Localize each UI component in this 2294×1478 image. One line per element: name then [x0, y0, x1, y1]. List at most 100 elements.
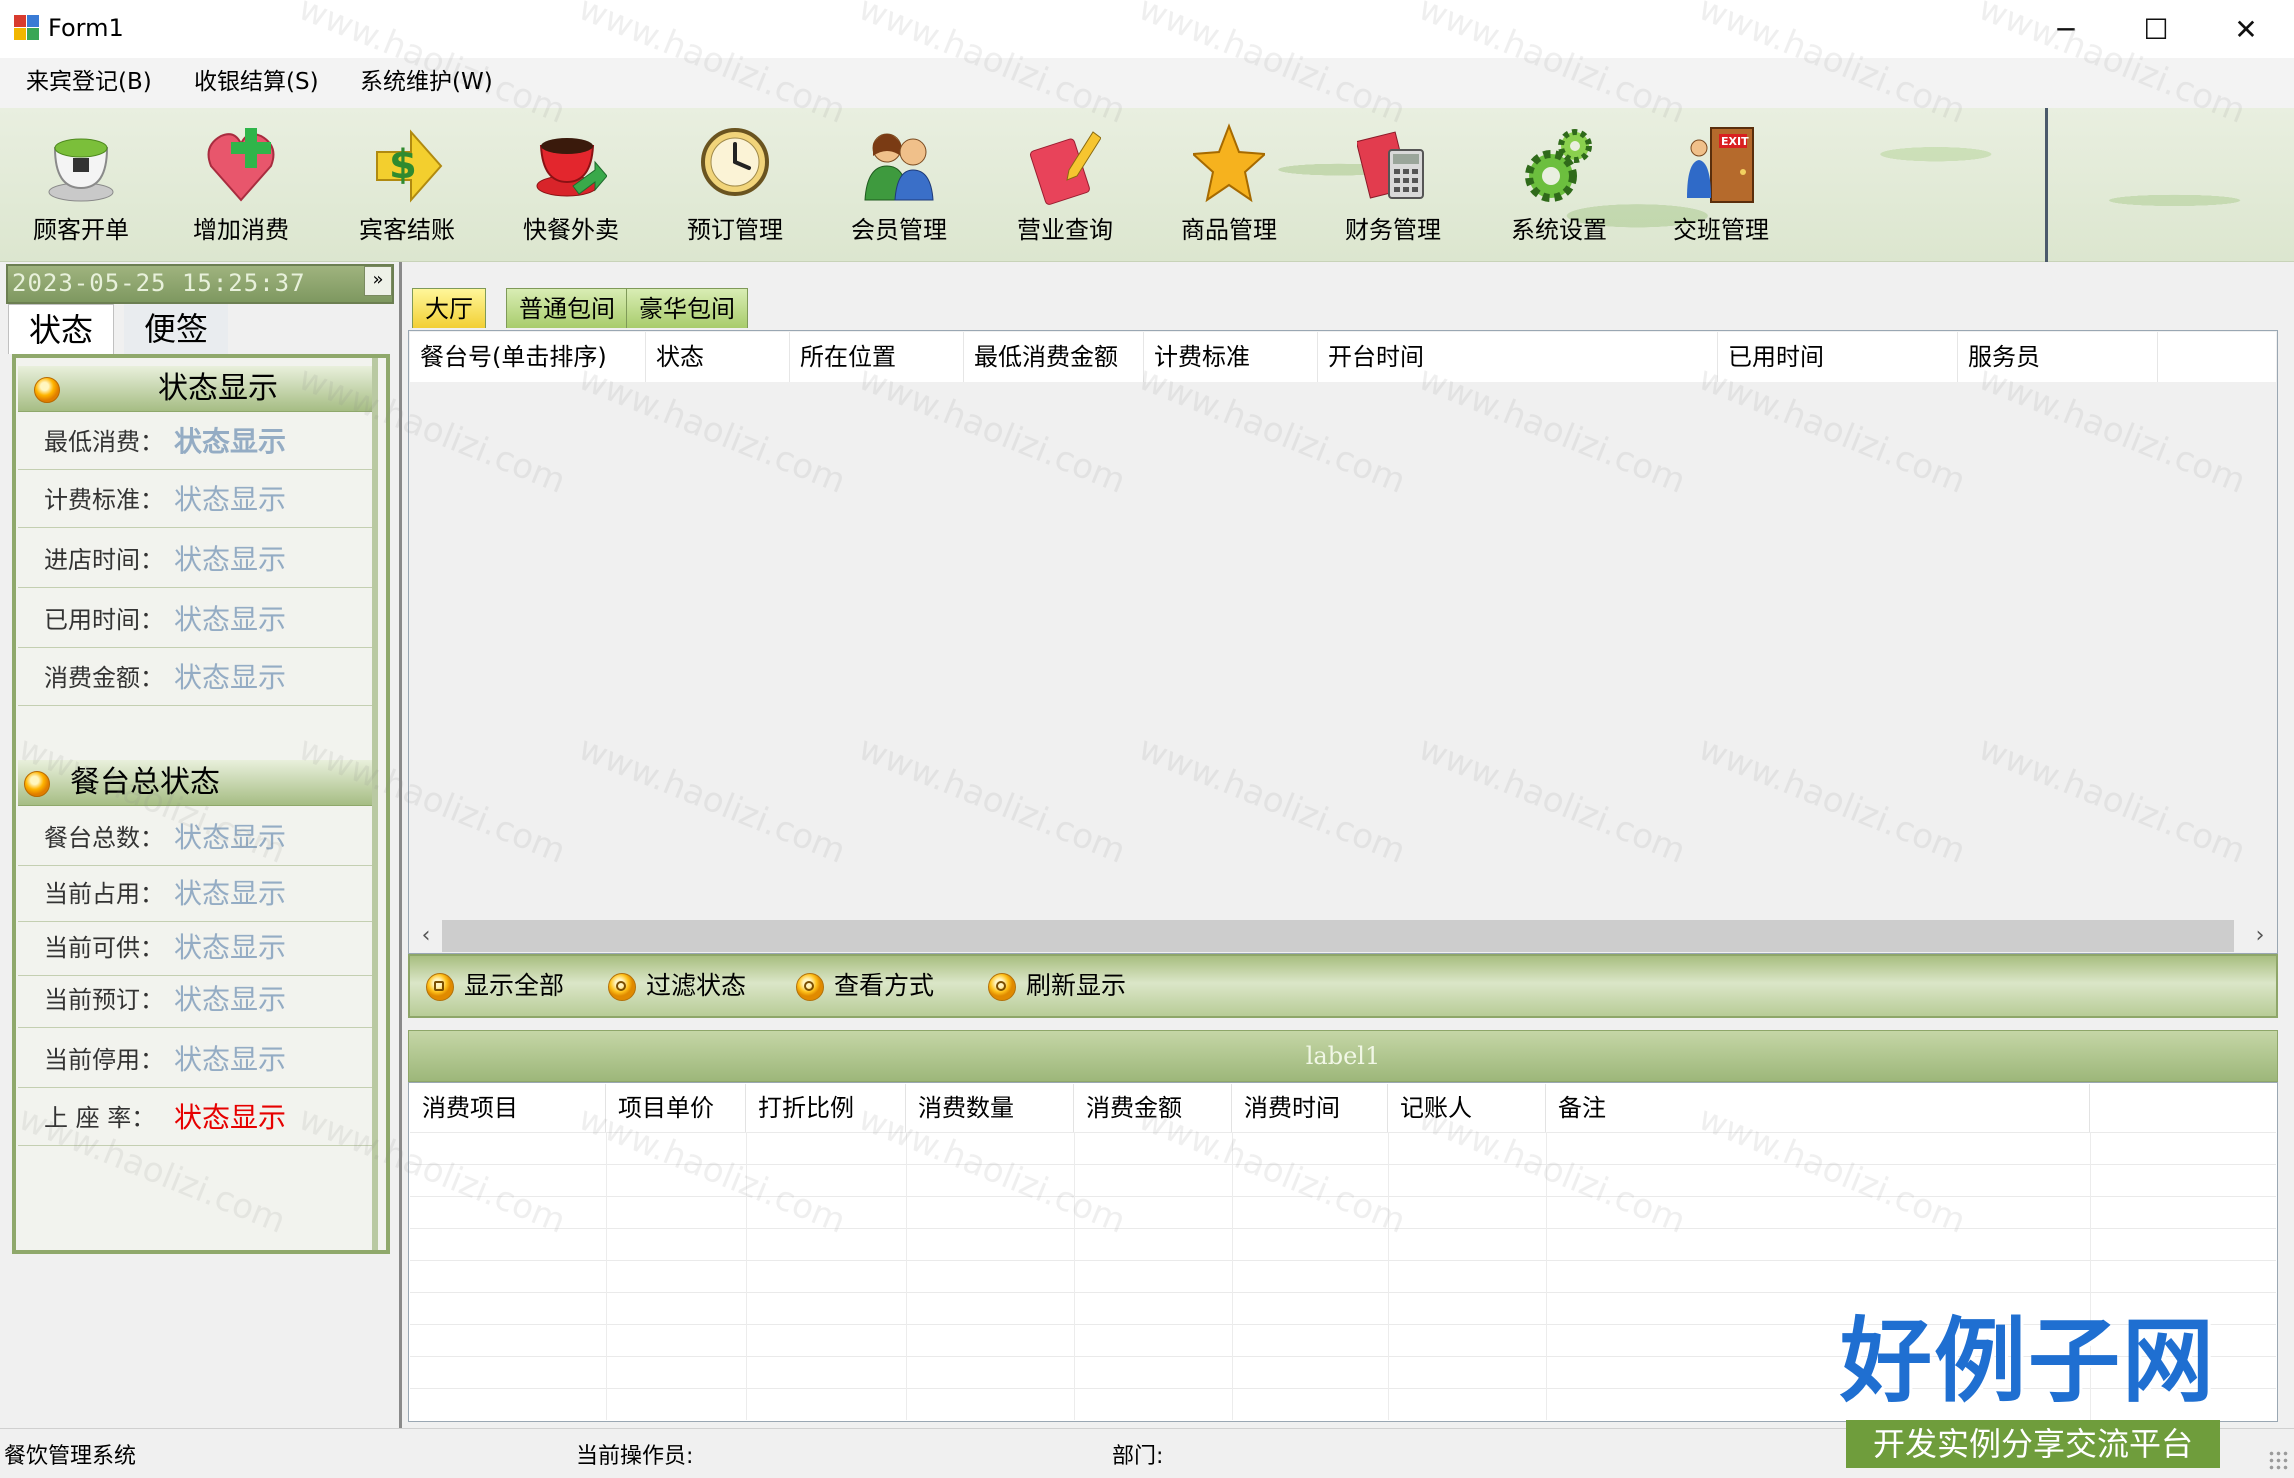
summary-row-total-tables: 餐台总数： 状态显示 — [18, 810, 372, 866]
add-consumption-label: 增加消费 — [193, 216, 289, 244]
exit-door-icon: EXIT — [1687, 127, 1754, 203]
tab-hall[interactable]: 大厅 — [412, 288, 486, 328]
resize-grip-icon[interactable] — [2268, 1450, 2288, 1470]
fast-food-takeout-button[interactable]: 快餐外卖 — [490, 114, 652, 258]
column-header-recorder[interactable]: 记账人 — [1388, 1084, 1546, 1132]
menu-bar — [0, 58, 2294, 108]
refresh-label: 刷新显示 — [1026, 971, 1127, 1000]
goods-management-button[interactable]: 商品管理 — [1148, 114, 1310, 258]
summary-row-disabled: 当前停用： 状态显示 — [18, 1032, 372, 1088]
column-header-amount[interactable]: 消费金额 — [1074, 1084, 1232, 1132]
grid-line — [410, 1260, 2276, 1261]
refresh-icon — [988, 973, 1016, 1001]
tab-status[interactable]: 状态 — [8, 304, 115, 354]
column-header-table-no[interactable]: 餐台号(单击排序) — [410, 332, 646, 382]
grid-column-line — [1388, 1132, 1389, 1420]
goods-management-label: 商品管理 — [1181, 216, 1277, 244]
coffee-cup-icon — [536, 138, 607, 197]
customer-order-label: 顾客开单 — [33, 216, 129, 244]
member-management-button[interactable]: 会员管理 — [818, 114, 980, 258]
scroll-right-icon[interactable]: › — [2244, 920, 2276, 952]
grid-line — [410, 1292, 2276, 1293]
svg-text:EXIT: EXIT — [1721, 135, 1749, 148]
table-list-grid[interactable] — [408, 330, 2278, 954]
menu-system-maintenance[interactable]: 系统维护(W) — [352, 64, 501, 100]
dollar-arrow-icon: $ — [376, 129, 443, 203]
menu-cashier-settlement[interactable]: 收银结算(S) — [186, 64, 327, 100]
maximize-button[interactable]: ☐ — [2110, 0, 2202, 58]
status-display-title: 状态显示 — [158, 371, 278, 406]
guest-checkout-button[interactable]: $ 宾客结账 — [326, 114, 488, 258]
refresh-button[interactable]: 刷新显示 — [982, 966, 1126, 1006]
view-mode-button[interactable]: 查看方式 — [790, 966, 934, 1006]
status-row-value: 状态显示 — [174, 425, 287, 458]
bullet-icon — [34, 377, 60, 403]
column-header-quantity[interactable]: 消费数量 — [906, 1084, 1074, 1132]
status-row-value: 状态显示 — [174, 483, 287, 516]
column-header-notes[interactable]: 备注 — [1546, 1084, 2090, 1132]
window-title: Form1 — [48, 14, 124, 42]
clock-icon — [701, 128, 769, 196]
column-header-waiter[interactable]: 服务员 — [1958, 332, 2158, 382]
column-header-status[interactable]: 状态 — [646, 332, 790, 382]
finance-management-button[interactable]: 财务管理 — [1312, 114, 1474, 258]
grid-column-line — [1232, 1132, 1233, 1420]
status-panel-scroll-edge — [372, 358, 378, 1250]
business-query-button[interactable]: 营业查询 — [984, 114, 1146, 258]
shift-handover-button[interactable]: EXIT 交班管理 — [1640, 114, 1802, 258]
column-header-time[interactable]: 消费时间 — [1232, 1084, 1388, 1132]
add-heart-icon — [207, 128, 275, 202]
show-all-icon — [426, 973, 454, 1001]
expand-panel-button[interactable]: » — [364, 266, 392, 296]
table-summary-title: 餐台总状态 — [70, 765, 220, 800]
minimize-button[interactable]: ─ — [2020, 0, 2112, 58]
column-header-open-time[interactable]: 开台时间 — [1318, 332, 1718, 382]
summary-row-value: 状态显示 — [174, 1101, 287, 1134]
status-row-label: 已用时间： — [44, 606, 164, 634]
column-header-item[interactable]: 消费项目 — [410, 1084, 606, 1132]
show-all-button[interactable]: 显示全部 — [420, 966, 564, 1006]
summary-row-occupied: 当前占用： 状态显示 — [18, 866, 372, 922]
summary-row-occupancy-rate: 上 座 率： 状态显示 — [18, 1090, 372, 1146]
filter-status-icon — [608, 973, 636, 1001]
status-app-name: 餐饮管理系统 — [4, 1444, 137, 1469]
summary-row-label: 当前可供： — [44, 934, 164, 962]
column-header-elapsed-time[interactable]: 已用时间 — [1718, 332, 1958, 382]
title-bar — [0, 0, 2294, 58]
tab-normal-room[interactable]: 普通包间 — [506, 288, 628, 328]
tab-luxury-room[interactable]: 豪华包间 — [626, 288, 748, 328]
scrollbar-thumb[interactable] — [442, 920, 2234, 952]
grid-column-line — [746, 1132, 747, 1420]
status-row-value: 状态显示 — [174, 661, 287, 694]
close-button[interactable]: ✕ — [2200, 0, 2292, 58]
column-header-billing-standard[interactable]: 计费标准 — [1144, 332, 1318, 382]
column-header-unit-price[interactable]: 项目单价 — [606, 1084, 746, 1132]
system-settings-button[interactable]: 系统设置 — [1478, 114, 1640, 258]
summary-row-value: 状态显示 — [174, 1043, 287, 1076]
summary-row-value: 状态显示 — [174, 983, 287, 1016]
customer-order-button[interactable]: 顾客开单 — [0, 114, 162, 258]
summary-row-available: 当前可供： 状态显示 — [18, 920, 372, 976]
column-header-location[interactable]: 所在位置 — [790, 332, 964, 382]
menu-guest-registration[interactable]: 来宾登记(B) — [18, 64, 160, 100]
scroll-left-icon[interactable]: ‹ — [410, 920, 442, 952]
status-row-elapsed-time: 已用时间： 状态显示 — [18, 592, 372, 648]
filter-status-button[interactable]: 过滤状态 — [602, 966, 746, 1006]
filter-status-label: 过滤状态 — [646, 971, 747, 1000]
status-row-min-spend: 最低消费： 状态显示 — [18, 414, 372, 470]
status-row-billing-standard: 计费标准： 状态显示 — [18, 472, 372, 528]
column-header-discount[interactable]: 打折比例 — [746, 1084, 906, 1132]
detail-label: label1 — [1305, 1042, 1381, 1070]
grid-line — [410, 1164, 2276, 1165]
add-consumption-button[interactable]: 增加消费 — [160, 114, 322, 258]
teacup-icon — [48, 138, 114, 202]
summary-row-value: 状态显示 — [174, 877, 287, 910]
tab-notes[interactable]: 便签 — [124, 304, 229, 354]
grid-line — [410, 1196, 2276, 1197]
bullet-icon — [24, 771, 50, 797]
reservation-management-button[interactable]: 预订管理 — [654, 114, 816, 258]
status-row-label: 最低消费： — [44, 428, 164, 456]
status-department: 部门: — [1112, 1444, 1164, 1469]
column-header-min-spend[interactable]: 最低消费金额 — [964, 332, 1144, 382]
grid-column-line — [1546, 1132, 1547, 1420]
